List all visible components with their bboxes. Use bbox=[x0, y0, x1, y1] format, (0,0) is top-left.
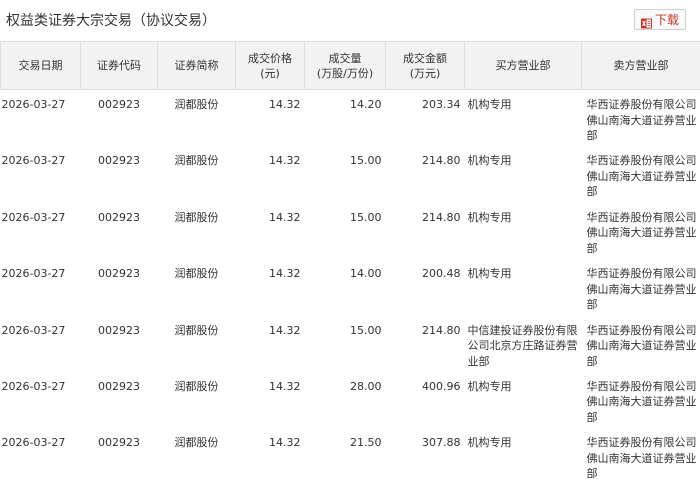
cell-seller: 华西证券股份有限公司佛山南海大道证券营业部 bbox=[581, 258, 700, 316]
column-header-label: 卖方营业部 bbox=[613, 59, 669, 72]
table-row: 2026-03-27 002923 润都股份 14.32 14.00 200.48 机构专用… bbox=[0, 258, 700, 316]
download-label: 下载 bbox=[654, 12, 679, 27]
cell-seller: 华西证券股份有限公司佛山南海大道证券营业部 bbox=[581, 202, 700, 260]
table-row: 2026-03-27 002923 润都股份 14.32 15.00 214.80 机构专用… bbox=[0, 145, 700, 203]
cell-seller: 华西证券股份有限公司佛山南海大道证券营业部 bbox=[581, 145, 700, 203]
cell-amount: 400.96 bbox=[385, 371, 465, 429]
cell-name: 润都股份 bbox=[157, 145, 236, 203]
cell-code: 002923 bbox=[80, 89, 158, 147]
cell-date: 2026-03-27 bbox=[0, 89, 81, 147]
cell-seller: 华西证券股份有限公司佛山南海大道证券营业部 bbox=[581, 371, 700, 429]
cell-amount: 214.80 bbox=[385, 145, 465, 203]
cell-price: 14.32 bbox=[235, 315, 305, 372]
cell-amount: 200.48 bbox=[385, 258, 465, 316]
cell-name: 润都股份 bbox=[157, 202, 236, 260]
excel-download-icon bbox=[640, 14, 652, 29]
column-header-security-name: 证券简称 bbox=[157, 41, 236, 90]
cell-date: 2026-03-27 bbox=[0, 315, 81, 372]
cell-code: 002923 bbox=[80, 202, 158, 260]
table-row: 2026-03-27 002923 润都股份 14.32 21.50 307.88 机构专用… bbox=[0, 427, 700, 483]
column-header-trade-price: 成交价格 (元) bbox=[235, 41, 305, 90]
cell-code: 002923 bbox=[80, 145, 158, 203]
cell-amount: 214.80 bbox=[385, 315, 465, 372]
cell-buyer: 机构专用 bbox=[464, 371, 582, 429]
column-header-label: 证券代码 bbox=[97, 59, 141, 72]
table-row: 2026-03-27 002923 润都股份 14.32 28.00 400.96 机构专用… bbox=[0, 371, 700, 429]
section-header: 权益类证券大宗交易（协议交易） 下载 bbox=[0, 0, 700, 38]
cell-buyer: 机构专用 bbox=[464, 258, 582, 316]
column-header-label: 成交量 bbox=[328, 51, 362, 65]
column-header-trade-volume: 成交量 (万股/万份) bbox=[304, 41, 386, 90]
cell-buyer: 机构专用 bbox=[464, 427, 582, 483]
column-header-label: 成交金额 bbox=[403, 51, 447, 65]
download-button[interactable]: 下载 bbox=[634, 9, 686, 30]
table-header-row: 交易日期 证券代码 证券简称 成交价格 (元) 成交量 (万股/万份) 成交金额 (万元) 买方营… bbox=[0, 41, 700, 90]
cell-name: 润都股份 bbox=[157, 89, 236, 147]
cell-amount: 203.34 bbox=[385, 89, 465, 147]
cell-buyer: 机构专用 bbox=[464, 202, 582, 260]
table-row: 2026-03-27 002923 润都股份 14.32 14.20 203.34 机构专用… bbox=[0, 89, 700, 147]
cell-volume: 15.00 bbox=[304, 202, 386, 260]
column-header-label: 成交价格 bbox=[248, 51, 292, 65]
cell-name: 润都股份 bbox=[157, 315, 236, 372]
cell-amount: 214.80 bbox=[385, 202, 465, 260]
column-header-buyer-branch: 买方营业部 bbox=[464, 41, 582, 90]
table-body: 2026-03-27 002923 润都股份 14.32 14.20 203.34 机构专用… bbox=[0, 89, 700, 483]
column-header-unit: (万股/万份) bbox=[316, 66, 374, 80]
cell-seller: 华西证券股份有限公司佛山南海大道证券营业部 bbox=[581, 89, 700, 147]
cell-date: 2026-03-27 bbox=[0, 145, 81, 203]
cell-name: 润都股份 bbox=[157, 371, 236, 429]
cell-price: 14.32 bbox=[235, 202, 305, 260]
cell-buyer: 中信建投证券股份有限公司北京方庄路证券营业部 bbox=[464, 315, 582, 372]
column-header-trade-date: 交易日期 bbox=[0, 41, 81, 90]
column-header-seller-branch: 卖方营业部 bbox=[581, 41, 700, 90]
cell-seller: 华西证券股份有限公司佛山南海大道证券营业部 bbox=[581, 315, 700, 372]
cell-price: 14.32 bbox=[235, 371, 305, 429]
cell-price: 14.32 bbox=[235, 258, 305, 316]
section-title: 权益类证券大宗交易（协议交易） bbox=[6, 13, 216, 29]
column-header-label: 买方营业部 bbox=[495, 59, 551, 72]
cell-date: 2026-03-27 bbox=[0, 258, 81, 316]
table-row: 2026-03-27 002923 润都股份 14.32 15.00 214.80 中信建投… bbox=[0, 315, 700, 372]
cell-volume: 28.00 bbox=[304, 371, 386, 429]
cell-volume: 15.00 bbox=[304, 315, 386, 372]
cell-date: 2026-03-27 bbox=[0, 371, 81, 429]
column-header-security-code: 证券代码 bbox=[80, 41, 158, 90]
column-header-label: 证券简称 bbox=[174, 59, 219, 72]
column-header-trade-amount: 成交金额 (万元) bbox=[385, 41, 465, 90]
cell-amount: 307.88 bbox=[385, 427, 465, 483]
cell-code: 002923 bbox=[80, 315, 158, 372]
cell-buyer: 机构专用 bbox=[464, 89, 582, 147]
cell-code: 002923 bbox=[80, 258, 158, 316]
cell-name: 润都股份 bbox=[157, 258, 236, 316]
cell-seller: 华西证券股份有限公司佛山南海大道证券营业部 bbox=[581, 427, 700, 483]
column-header-unit: (万元) bbox=[409, 66, 441, 80]
cell-name: 润都股份 bbox=[157, 427, 236, 483]
cell-date: 2026-03-27 bbox=[0, 427, 81, 483]
cell-price: 14.32 bbox=[235, 427, 305, 483]
cell-volume: 14.00 bbox=[304, 258, 386, 316]
column-header-unit: (元) bbox=[260, 66, 280, 80]
cell-volume: 15.00 bbox=[304, 145, 386, 203]
cell-code: 002923 bbox=[80, 371, 158, 429]
cell-buyer: 机构专用 bbox=[464, 145, 582, 203]
cell-volume: 14.20 bbox=[304, 89, 386, 147]
block-trade-table: 交易日期 证券代码 证券简称 成交价格 (元) 成交量 (万股/万份) 成交金额 (万元) 买方营… bbox=[0, 41, 700, 483]
cell-code: 002923 bbox=[80, 427, 158, 483]
table-row: 2026-03-27 002923 润都股份 14.32 15.00 214.80 机构专用… bbox=[0, 202, 700, 260]
cell-price: 14.32 bbox=[235, 89, 305, 147]
cell-price: 14.32 bbox=[235, 145, 305, 203]
column-header-label: 交易日期 bbox=[18, 59, 63, 72]
cell-date: 2026-03-27 bbox=[0, 202, 81, 260]
cell-volume: 21.50 bbox=[304, 427, 386, 483]
